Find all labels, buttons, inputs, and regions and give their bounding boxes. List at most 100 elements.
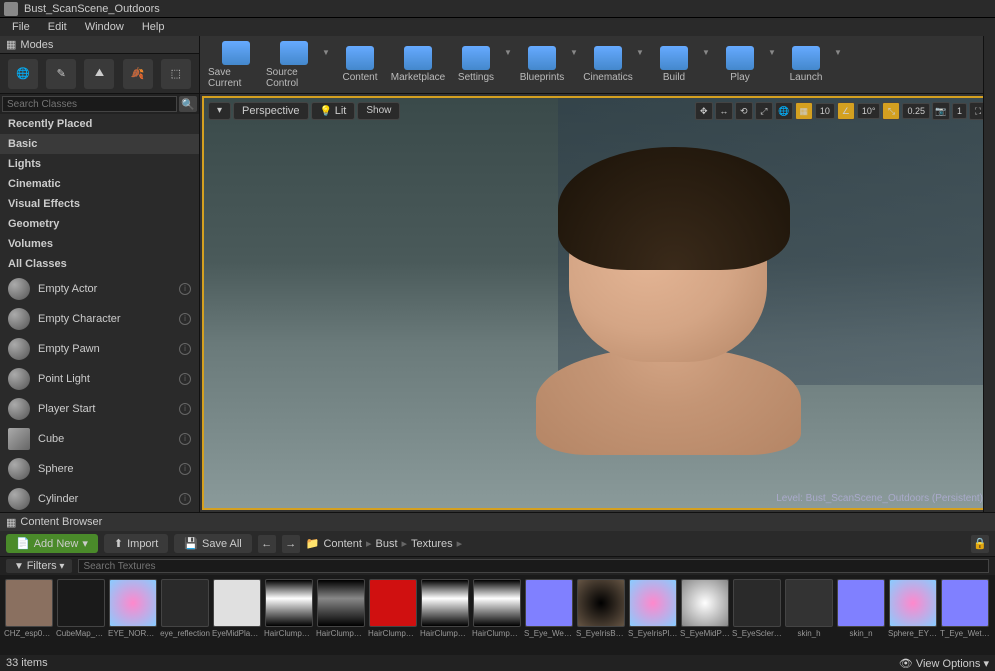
import-button[interactable]: ⬆ Import — [104, 534, 168, 553]
dropdown-icon[interactable]: ▼ — [768, 48, 776, 57]
landscape-mode-icon[interactable]: ⛰ — [84, 59, 114, 89]
menu-window[interactable]: Window — [77, 19, 132, 35]
camera-speed-value[interactable]: 1 — [952, 103, 967, 119]
launch-button[interactable]: Launch — [778, 40, 834, 90]
asset-item[interactable]: eye_reflection — [160, 579, 210, 651]
asset-item[interactable]: skin_h — [784, 579, 834, 651]
lit-button[interactable]: 💡 Lit — [311, 102, 356, 120]
asset-item[interactable]: skin_n — [836, 579, 886, 651]
marketplace-button[interactable]: Marketplace — [390, 40, 446, 90]
info-icon[interactable]: i — [179, 283, 191, 295]
category-lights[interactable]: Lights — [0, 154, 199, 174]
actor-point-light[interactable]: Point Lighti — [0, 364, 199, 394]
search-classes-input[interactable] — [2, 96, 177, 112]
dropdown-icon[interactable]: ▼ — [570, 48, 578, 57]
category-recently-placed[interactable]: Recently Placed — [0, 114, 199, 134]
search-icon[interactable]: 🔍 — [179, 96, 197, 112]
content-button[interactable]: Content — [332, 40, 388, 90]
filters-button[interactable]: ▼ Filters ▾ — [6, 559, 72, 573]
dropdown-icon[interactable]: ▼ — [322, 48, 330, 57]
asset-item[interactable]: T_Eye_Wet_Normal — [940, 579, 990, 651]
actor-cylinder[interactable]: Cylinderi — [0, 484, 199, 512]
asset-item[interactable]: HairClump02_ID — [420, 579, 470, 651]
category-cinematic[interactable]: Cinematic — [0, 174, 199, 194]
category-all-classes[interactable]: All Classes — [0, 254, 199, 274]
asset-item[interactable]: EyeMidPlane Displacement_Example — [212, 579, 262, 651]
actor-player-start[interactable]: Player Starti — [0, 394, 199, 424]
dropdown-icon[interactable]: ▼ — [834, 48, 842, 57]
scale-snap-value[interactable]: 0.25 — [902, 103, 930, 119]
build-button[interactable]: Build — [646, 40, 702, 90]
asset-item[interactable]: S_EyeIrisPlaneNormals — [628, 579, 678, 651]
view-options-button[interactable]: 👁 View Options ▾ — [899, 657, 989, 670]
crumb-content[interactable]: Content — [323, 538, 362, 550]
scale-snap-icon[interactable]: ⤡ — [882, 102, 900, 120]
menu-help[interactable]: Help — [134, 19, 173, 35]
nav-forward-icon[interactable]: → — [282, 535, 300, 553]
nav-back-icon[interactable]: ← — [258, 535, 276, 553]
viewport[interactable]: ▾ Perspective 💡 Lit Show ✥ ↔ ⟲ ⤢ 🌐 ▦ 10 … — [202, 96, 993, 510]
asset-item[interactable]: HairClump02_Depth — [316, 579, 366, 651]
asset-item[interactable]: HairClump02_Roots — [472, 579, 522, 651]
info-icon[interactable]: i — [179, 433, 191, 445]
grid-snap-value[interactable]: 10 — [815, 103, 835, 119]
asset-item[interactable]: S_EyeIrisBaseColor — [576, 579, 626, 651]
asset-item[interactable]: CubeMap_Base — [56, 579, 106, 651]
angle-snap-value[interactable]: 10° — [857, 103, 881, 119]
asset-item[interactable]: S_EyeMidPlaneDisplacement — [680, 579, 730, 651]
play-button[interactable]: Play — [712, 40, 768, 90]
show-button[interactable]: Show — [357, 102, 400, 120]
viewport-menu-button[interactable]: ▾ — [208, 102, 231, 120]
category-basic[interactable]: Basic — [0, 134, 199, 154]
menu-file[interactable]: File — [4, 19, 38, 35]
save-all-button[interactable]: 💾 Save All — [174, 534, 251, 553]
dropdown-icon[interactable]: ▼ — [504, 48, 512, 57]
category-visual-effects[interactable]: Visual Effects — [0, 194, 199, 214]
source-control-button[interactable]: Source Control — [266, 40, 322, 90]
camera-speed-icon[interactable]: 📷 — [932, 102, 950, 120]
cinematics-button[interactable]: Cinematics — [580, 40, 636, 90]
dropdown-icon[interactable]: ▼ — [636, 48, 644, 57]
geometry-mode-icon[interactable]: ⬚ — [161, 59, 191, 89]
transform-move-icon[interactable]: ↔ — [715, 102, 733, 120]
place-mode-icon[interactable]: 🌐 — [8, 59, 38, 89]
category-volumes[interactable]: Volumes — [0, 234, 199, 254]
actor-empty-actor[interactable]: Empty Actori — [0, 274, 199, 304]
grid-snap-icon[interactable]: ▦ — [795, 102, 813, 120]
transform-select-icon[interactable]: ✥ — [695, 102, 713, 120]
search-textures-input[interactable] — [78, 559, 989, 573]
menu-edit[interactable]: Edit — [40, 19, 75, 35]
asset-item[interactable]: Sphere_EYE_NORMALS — [888, 579, 938, 651]
right-panel-collapsed[interactable] — [983, 36, 995, 512]
angle-snap-icon[interactable]: ∠ — [837, 102, 855, 120]
coordinate-space-icon[interactable]: 🌐 — [775, 102, 793, 120]
info-icon[interactable]: i — [179, 313, 191, 325]
actor-cube[interactable]: Cubei — [0, 424, 199, 454]
foliage-mode-icon[interactable]: 🍂 — [123, 59, 153, 89]
transform-rotate-icon[interactable]: ⟲ — [735, 102, 753, 120]
info-icon[interactable]: i — [179, 343, 191, 355]
settings-button[interactable]: Settings — [448, 40, 504, 90]
info-icon[interactable]: i — [179, 493, 191, 505]
content-browser-tab[interactable]: ▦ Content Browser — [0, 513, 995, 531]
actor-empty-pawn[interactable]: Empty Pawni — [0, 334, 199, 364]
crumb-bust[interactable]: Bust — [376, 538, 398, 550]
add-new-button[interactable]: 📄 Add New ▾ — [6, 534, 98, 553]
actor-sphere[interactable]: Spherei — [0, 454, 199, 484]
dropdown-icon[interactable]: ▼ — [702, 48, 710, 57]
asset-item[interactable]: S_EyeScleraBaseColor — [732, 579, 782, 651]
blueprints-button[interactable]: Blueprints — [514, 40, 570, 90]
category-geometry[interactable]: Geometry — [0, 214, 199, 234]
actor-empty-character[interactable]: Empty Characteri — [0, 304, 199, 334]
asset-item[interactable]: CHZ_esp04_merged_spec_FC_FINAL — [4, 579, 54, 651]
asset-item[interactable]: HairClump02_Alpha — [264, 579, 314, 651]
transform-scale-icon[interactable]: ⤢ — [755, 102, 773, 120]
lock-icon[interactable]: 🔒 — [971, 535, 989, 553]
save-current-button[interactable]: Save Current — [208, 40, 264, 90]
asset-item[interactable]: S_Eye_Wet_Normal — [524, 579, 574, 651]
perspective-button[interactable]: Perspective — [233, 102, 308, 120]
asset-item[interactable]: EYE_NORMALS — [108, 579, 158, 651]
info-icon[interactable]: i — [179, 403, 191, 415]
paint-mode-icon[interactable]: ✎ — [46, 59, 76, 89]
asset-item[interactable]: HairClump02_DyeMask — [368, 579, 418, 651]
